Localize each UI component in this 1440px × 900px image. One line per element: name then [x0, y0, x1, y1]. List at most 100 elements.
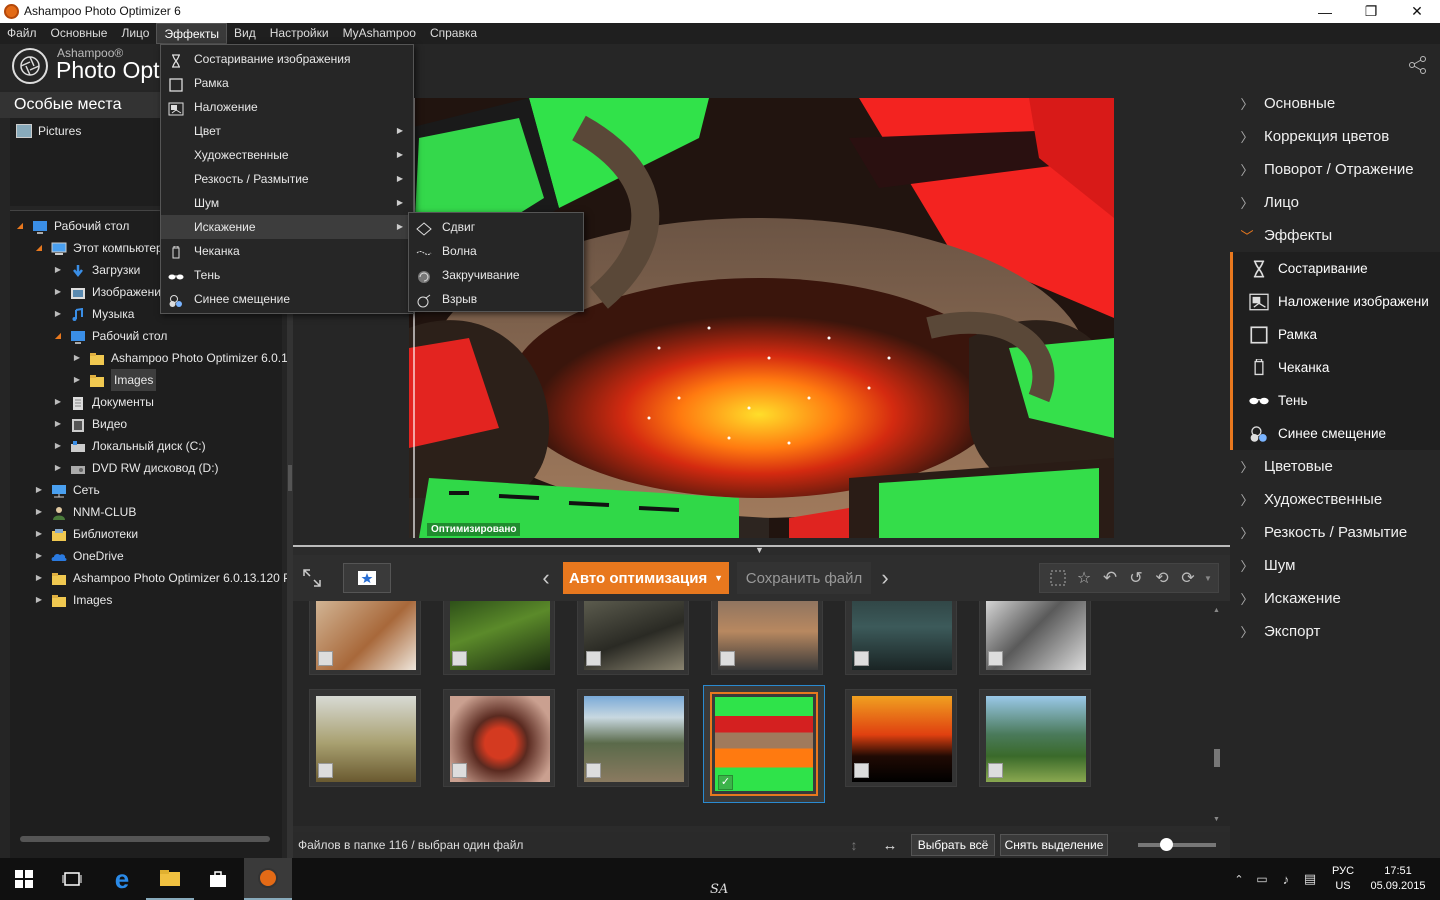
thumbnail-checkbox[interactable]	[854, 763, 869, 778]
horizontal-arrows-icon[interactable]: ↔	[877, 832, 903, 858]
thumbnail[interactable]	[845, 689, 957, 787]
undo-icon[interactable]: ↶	[1099, 567, 1121, 589]
grid-scrollbar[interactable]: ▲ ▼	[1213, 607, 1221, 823]
thumbnail-checkbox[interactable]	[586, 651, 601, 666]
thumbnail[interactable]	[443, 689, 555, 787]
tools-dropdown-icon[interactable]: ▼	[1201, 567, 1215, 589]
thumbnail-checkbox[interactable]	[452, 651, 467, 666]
menu-7[interactable]: Справка	[423, 23, 484, 44]
thumbnail[interactable]	[979, 689, 1091, 787]
tree-node[interactable]: ◢ Этот компьютер	[33, 237, 163, 259]
next-image-button[interactable]: ›	[875, 565, 895, 591]
thumbnail-selected[interactable]: ✓	[703, 685, 825, 803]
collapse-viewer-icon[interactable]: ▼	[755, 545, 764, 555]
tree-node[interactable]: ◢ Рабочий стол	[52, 325, 167, 347]
prev-image-button[interactable]: ‹	[536, 565, 556, 591]
collapsed-arrow-icon[interactable]: ▶	[71, 369, 83, 391]
edge-icon[interactable]: e	[98, 858, 146, 900]
menu-3[interactable]: Эффекты	[156, 23, 228, 44]
thumbnail-checkbox[interactable]	[854, 651, 869, 666]
action-center-icon[interactable]: ▤	[1300, 868, 1320, 890]
tree-node[interactable]: ▶ Документы	[52, 391, 154, 413]
collapsed-arrow-icon[interactable]: ▶	[52, 259, 64, 281]
auto-optimize-button[interactable]: Авто оптимизация ▼	[563, 562, 729, 594]
tree-node[interactable]: ▶ Ashampoo Photo Optimizer 6.0.13.120 P	[33, 567, 291, 589]
thumbnail[interactable]	[443, 601, 555, 675]
thumbnail-checkbox[interactable]	[988, 763, 1003, 778]
magic-star-icon[interactable]: ☆	[1073, 567, 1095, 589]
thumbnail-checkbox[interactable]	[988, 651, 1003, 666]
photo-optimizer-task-icon[interactable]	[244, 858, 292, 900]
effects-menu-item[interactable]: Наложение	[161, 95, 413, 119]
collapsed-arrow-icon[interactable]: ▶	[52, 281, 64, 303]
effects-menu-item[interactable]: Тень	[161, 263, 413, 287]
category-item[interactable]: 〉 Коррекция цветов	[1230, 120, 1440, 153]
effect-item[interactable]: Чеканка	[1230, 351, 1440, 384]
category-item[interactable]: 〉 Шум	[1230, 549, 1440, 582]
explorer-icon[interactable]	[146, 858, 194, 900]
distortion-menu-item[interactable]: Волна	[409, 239, 583, 263]
category-item[interactable]: 〉 Экспорт	[1230, 615, 1440, 648]
effects-menu-item[interactable]: Цвет ▶	[161, 119, 413, 143]
thumbnail[interactable]	[309, 601, 421, 675]
tree-node[interactable]: ▶ Images	[33, 589, 112, 611]
expanded-arrow-icon[interactable]: ◢	[14, 215, 26, 237]
expanded-arrow-icon[interactable]: ◢	[33, 237, 45, 259]
effect-item[interactable]: Тень	[1230, 384, 1440, 417]
category-item[interactable]: 〉 Лицо	[1230, 186, 1440, 219]
effects-menu-item[interactable]: Искажение ▶	[161, 215, 413, 239]
collapsed-arrow-icon[interactable]: ▶	[52, 391, 64, 413]
tree-node[interactable]: ▶ Ashampoo Photo Optimizer 6.0.1	[71, 347, 288, 369]
tree-node[interactable]: ▶ Библиотеки	[33, 523, 138, 545]
task-view-icon[interactable]	[48, 858, 96, 900]
collapsed-arrow-icon[interactable]: ▶	[33, 567, 45, 589]
thumbnail[interactable]	[309, 689, 421, 787]
effects-menu-item[interactable]: Синее смещение	[161, 287, 413, 311]
thumbnail[interactable]	[845, 601, 957, 675]
effects-menu-item[interactable]: Художественные ▶	[161, 143, 413, 167]
zoom-slider-thumb[interactable]	[1160, 838, 1173, 851]
menu-5[interactable]: Настройки	[263, 23, 336, 44]
category-item[interactable]: 〉 Основные	[1230, 87, 1440, 120]
thumbnail-checkbox-checked[interactable]: ✓	[718, 775, 733, 790]
collapsed-arrow-icon[interactable]: ▶	[52, 457, 64, 479]
collapsed-arrow-icon[interactable]: ▶	[52, 413, 64, 435]
thumbnail[interactable]	[577, 689, 689, 787]
menu-4[interactable]: Вид	[227, 23, 263, 44]
collapsed-arrow-icon[interactable]: ▶	[33, 523, 45, 545]
save-file-button[interactable]: Сохранить файл	[737, 562, 871, 594]
zoom-slider[interactable]	[1138, 838, 1216, 851]
tree-node[interactable]: ▶ Images	[71, 369, 157, 391]
language-indicator[interactable]: РУС US	[1330, 864, 1356, 894]
collapsed-arrow-icon[interactable]: ▶	[33, 589, 45, 611]
store-icon[interactable]	[194, 858, 242, 900]
tree-node[interactable]: ▶ NNM-CLUB	[33, 501, 136, 523]
collapsed-arrow-icon[interactable]: ▶	[71, 347, 83, 369]
tree-node[interactable]: ▶ Загрузки	[52, 259, 140, 281]
dropdown-arrow-icon[interactable]: ▼	[714, 573, 723, 583]
fullscreen-icon[interactable]	[301, 567, 323, 589]
category-item[interactable]: 〉 Цветовые	[1230, 450, 1440, 483]
effect-item[interactable]: Синее смещение	[1230, 417, 1440, 450]
select-all-button[interactable]: Выбрать всё	[911, 834, 995, 856]
thumbnail-checkbox[interactable]	[720, 651, 735, 666]
effects-menu-item[interactable]: Рамка	[161, 71, 413, 95]
tree-node[interactable]: ▶ Видео	[52, 413, 127, 435]
start-icon[interactable]	[0, 858, 48, 900]
share-icon[interactable]	[1408, 55, 1428, 75]
thumbnail[interactable]	[577, 601, 689, 675]
category-item[interactable]: ﹀ Эффекты	[1230, 219, 1440, 252]
network-tray-icon[interactable]: ▭	[1252, 868, 1272, 890]
clock[interactable]: 17:51 05.09.2015	[1366, 864, 1430, 894]
category-item[interactable]: 〉 Резкость / Размытие	[1230, 516, 1440, 549]
effect-item[interactable]: Состаривание	[1230, 252, 1440, 285]
volume-icon[interactable]: ♪	[1276, 868, 1296, 890]
effects-menu-item[interactable]: Шум ▶	[161, 191, 413, 215]
menu-2[interactable]: Лицо	[114, 23, 156, 44]
rotate-90-right-icon[interactable]: ⟳	[1177, 567, 1199, 589]
maximize-button[interactable]: ❐	[1348, 0, 1394, 23]
menu-1[interactable]: Основные	[44, 23, 115, 44]
collapsed-arrow-icon[interactable]: ▶	[33, 545, 45, 567]
category-item[interactable]: 〉 Искажение	[1230, 582, 1440, 615]
menu-0[interactable]: Файл	[0, 23, 44, 44]
